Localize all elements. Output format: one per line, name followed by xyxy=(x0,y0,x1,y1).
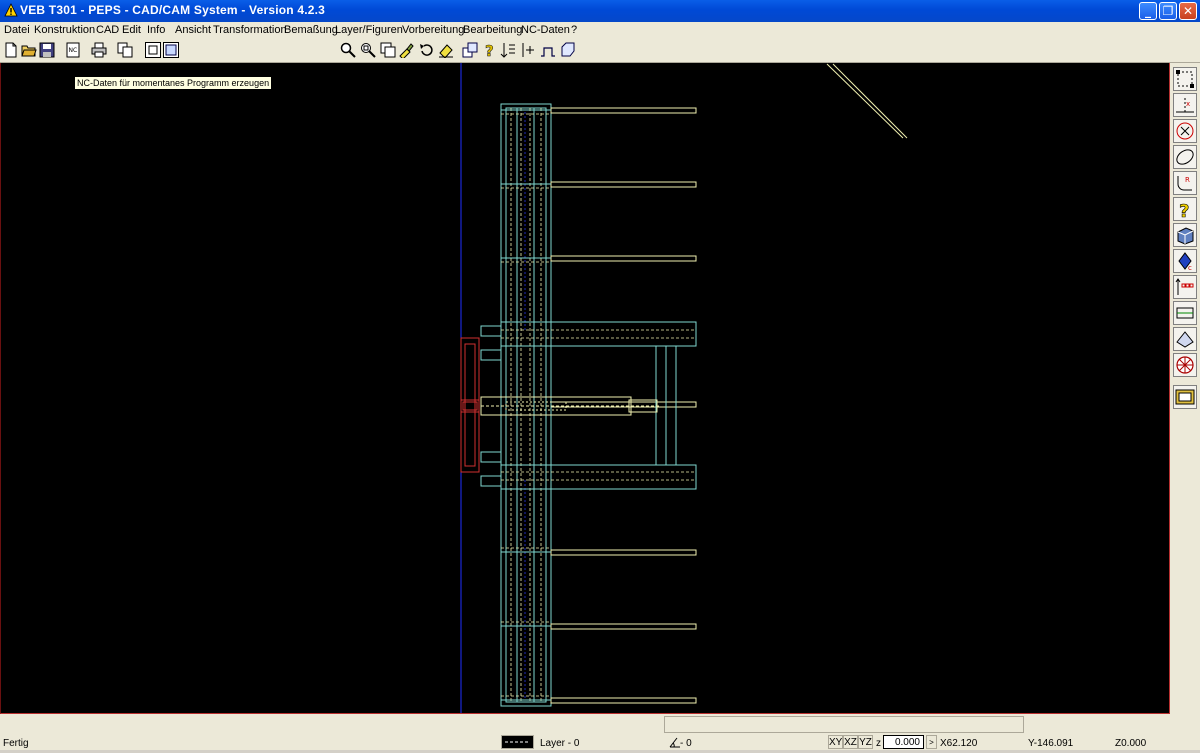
menu-bearbeitung[interactable]: Bearbeitung xyxy=(463,24,522,36)
svg-text:x: x xyxy=(1186,100,1190,108)
nc-program-icon[interactable] xyxy=(1173,385,1197,409)
menu-layer-figuren[interactable]: Layer/Figuren xyxy=(335,24,403,36)
layer-3d-icon[interactable] xyxy=(1173,327,1197,351)
svg-text:?: ? xyxy=(485,42,494,58)
main-profile xyxy=(500,103,552,707)
circle-icon[interactable] xyxy=(1173,119,1197,143)
menu-bemassung[interactable]: Bemaßung xyxy=(284,24,338,36)
svg-text:c: c xyxy=(1188,264,1192,272)
dimension-icon[interactable] xyxy=(1173,275,1197,299)
point-icon[interactable]: x xyxy=(1173,93,1197,117)
layer-icon[interactable] xyxy=(1173,301,1197,325)
line-style-swatch[interactable] xyxy=(501,735,534,749)
z-apply-button[interactable]: > xyxy=(926,735,937,749)
angle-value: - 0 xyxy=(680,738,692,749)
window-icon[interactable] xyxy=(163,42,179,58)
undo-icon[interactable] xyxy=(418,42,434,58)
help-icon[interactable]: ? xyxy=(1173,197,1197,221)
status-ready: Fertig xyxy=(3,738,29,749)
svg-text:NC: NC xyxy=(69,47,78,54)
window-title: VEB T301 - PEPS - CAD/CAM System - Versi… xyxy=(20,3,326,17)
snap-icon[interactable]: c xyxy=(1173,249,1197,273)
shaft xyxy=(480,396,661,416)
menu-help[interactable]: ? xyxy=(571,24,577,36)
plane-xy-button[interactable]: XY xyxy=(828,735,843,749)
tool-sidebar: x R ? c xyxy=(1170,63,1200,714)
nc-data-icon[interactable]: NC xyxy=(65,42,81,58)
layer-indicator[interactable]: Layer - 0 xyxy=(540,737,579,750)
menu-vorbereitung[interactable]: Vorbereitung xyxy=(402,24,464,36)
zoom-window-icon[interactable] xyxy=(360,42,376,58)
menu-cad[interactable]: CAD xyxy=(96,24,119,36)
status-bar: Fertig Layer - 0 - 0 XY XZ YZ z 0.000 > … xyxy=(0,714,1200,750)
wheel-icon[interactable] xyxy=(1173,353,1197,377)
zoom-fit-icon[interactable] xyxy=(380,42,396,58)
menu-nc-daten[interactable]: NC-Daten xyxy=(521,24,570,36)
menu-ansicht[interactable]: Ansicht xyxy=(175,24,211,36)
warning-app-icon xyxy=(4,3,18,17)
z-label: z xyxy=(876,738,881,749)
erase-icon[interactable] xyxy=(438,42,454,58)
svg-text:R: R xyxy=(1185,176,1190,184)
new-file-icon[interactable] xyxy=(3,42,19,58)
radius-icon[interactable]: R xyxy=(1173,171,1197,195)
close-button[interactable]: ✕ xyxy=(1179,2,1197,20)
frame-icon[interactable] xyxy=(145,42,161,58)
menu-transformation[interactable]: Transformation xyxy=(213,24,287,36)
minimize-button[interactable]: _ xyxy=(1139,2,1157,20)
y-coordinate: Y-146.091 xyxy=(1028,738,1074,749)
z-coordinate: Z0.000 xyxy=(1115,738,1147,749)
profile-icon[interactable] xyxy=(540,42,556,58)
drawing-canvas[interactable]: NC-Daten für momentanes Programm erzeuge… xyxy=(0,63,1170,714)
menu-edit[interactable]: Edit xyxy=(122,24,141,36)
nc-data-tooltip: NC-Daten für momentanes Programm erzeuge… xyxy=(74,76,273,90)
title-bar: VEB T301 - PEPS - CAD/CAM System - Versi… xyxy=(0,0,1200,22)
print-icon[interactable] xyxy=(91,42,107,58)
pick-icon[interactable] xyxy=(398,42,414,58)
red-clamp xyxy=(460,337,480,473)
select-rectangle-icon[interactable] xyxy=(1173,67,1197,91)
menu-bar: Datei Konstruktion CAD Edit Info Ansicht… xyxy=(0,22,1200,39)
zoom-icon[interactable] xyxy=(340,42,356,58)
status-empty-panel xyxy=(664,716,1024,733)
diagonal-line xyxy=(826,63,904,139)
cad-drawing xyxy=(460,63,908,713)
help-icon[interactable]: ? xyxy=(482,42,498,58)
svg-text:?: ? xyxy=(1179,201,1189,220)
maximize-button[interactable]: ❐ xyxy=(1159,2,1177,20)
contour-icon[interactable] xyxy=(560,42,576,58)
solid-icon[interactable] xyxy=(1173,223,1197,247)
sort-icon[interactable] xyxy=(500,42,516,58)
open-folder-icon[interactable] xyxy=(21,42,37,58)
copy-icon[interactable] xyxy=(117,42,133,58)
toolbar: NC ? xyxy=(0,39,1200,63)
drawing-icon[interactable] xyxy=(462,42,478,58)
menu-info[interactable]: Info xyxy=(147,24,165,36)
plane-xz-button[interactable]: XZ xyxy=(843,735,858,749)
ellipse-icon[interactable] xyxy=(1173,145,1197,169)
plane-yz-button[interactable]: YZ xyxy=(858,735,873,749)
insert-icon[interactable] xyxy=(520,42,536,58)
menu-datei[interactable]: Datei xyxy=(4,24,30,36)
x-coordinate: X62.120 xyxy=(940,738,978,749)
menu-konstruktion[interactable]: Konstruktion xyxy=(34,24,95,36)
save-icon[interactable] xyxy=(39,42,55,58)
z-input[interactable]: 0.000 xyxy=(883,735,924,749)
